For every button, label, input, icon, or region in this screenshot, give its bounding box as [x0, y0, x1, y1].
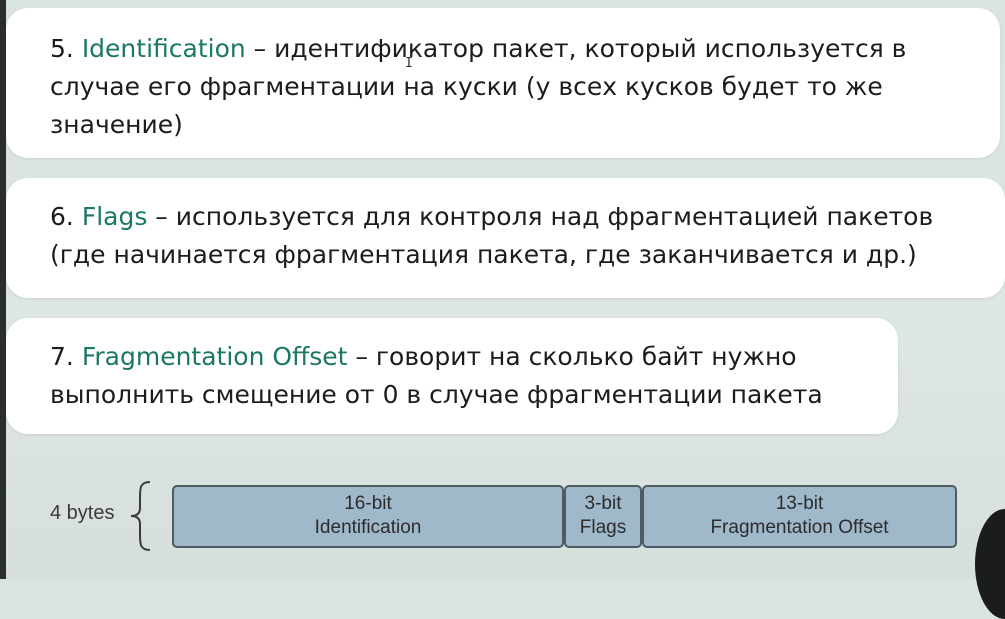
card-number: 6. — [50, 202, 74, 231]
text-cursor-icon: I — [405, 56, 413, 71]
header-fields-diagram: 4 bytes 16-bit Identification 3-bit Flag… — [0, 460, 1005, 579]
field-identification: 16-bit Identification — [172, 485, 564, 548]
card-term: Fragmentation Offset — [81, 342, 348, 371]
card-identification: 5. Identification – идентификатор пакет,… — [6, 8, 1000, 158]
card-text: – используется для контроля над фрагмент… — [50, 202, 934, 269]
field-name: Flags — [579, 517, 627, 538]
field-bits: 16-bit — [344, 493, 392, 514]
curly-brace-icon — [130, 481, 151, 551]
card-fragmentation-offset: 7. Fragmentation Offset – говорит на ско… — [6, 318, 898, 434]
card-number: 5. — [50, 34, 74, 63]
card-term: Flags — [81, 202, 148, 231]
field-bits: 13-bit — [775, 493, 824, 514]
field-fragmentation-offset: 13-bit Fragmentation Offset — [642, 485, 957, 548]
bytes-label: 4 bytes — [50, 502, 115, 524]
card-flags: 6. Flags – используется для контроля над… — [6, 178, 1005, 298]
field-bits: 3-bit — [584, 493, 622, 514]
card-number: 7. — [50, 342, 74, 371]
field-name: Fragmentation Offset — [710, 517, 889, 538]
card-term: Identification — [81, 34, 246, 63]
field-flags: 3-bit Flags — [564, 485, 642, 548]
field-name: Identification — [314, 517, 422, 538]
